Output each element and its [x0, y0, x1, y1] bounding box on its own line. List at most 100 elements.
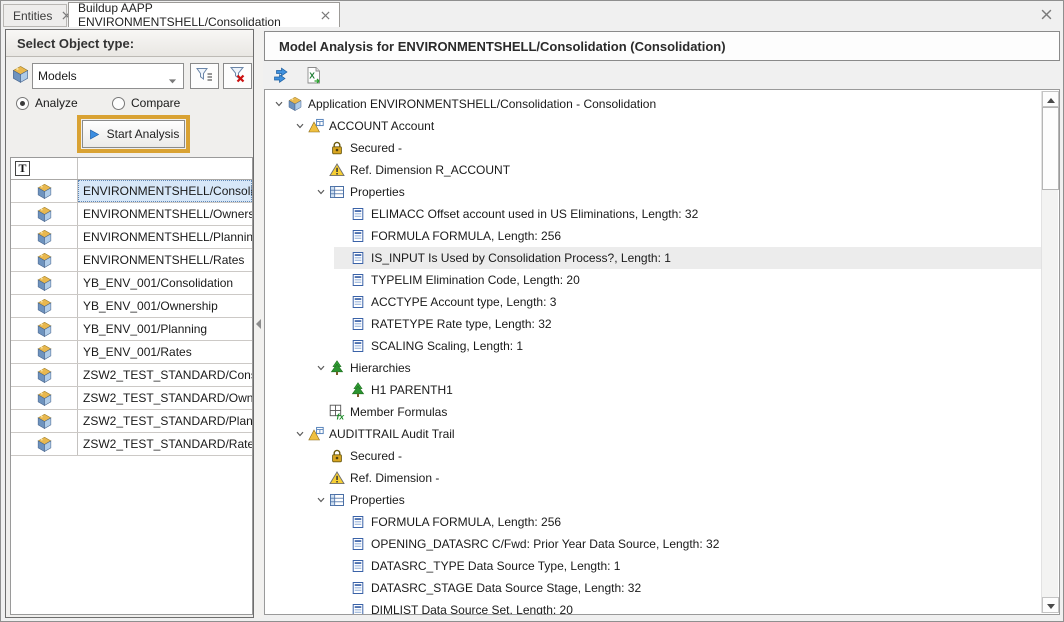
dimension-icon	[308, 118, 324, 134]
tree-node[interactable]: Properties	[265, 181, 1041, 203]
expander-chevron-down-icon[interactable]	[292, 119, 307, 134]
scroll-down-button[interactable]	[1042, 597, 1059, 613]
tree-node[interactable]: DIMLIST Data Source Set, Length: 20	[265, 599, 1041, 615]
tree-node-content: Ref. Dimension R_ACCOUNT	[313, 159, 1041, 181]
tree-node[interactable]: ELIMACC Offset account used in US Elimin…	[265, 203, 1041, 225]
model-row-name-cell[interactable]: ZSW2_TEST_STANDARD/Owners...	[78, 387, 252, 409]
radio-compare-circle[interactable]	[112, 97, 125, 110]
scrollbar-thumb[interactable]	[1042, 107, 1059, 190]
tree-node-label: AUDITTRAIL Audit Trail	[329, 427, 455, 441]
tree-node[interactable]: Secured -	[265, 445, 1041, 467]
expander-chevron-down-icon[interactable]	[313, 361, 328, 376]
panel-splitter[interactable]	[254, 29, 263, 618]
excel-export-icon[interactable]: X	[301, 63, 325, 87]
tree-node[interactable]: FORMULA FORMULA, Length: 256	[265, 225, 1041, 247]
model-row[interactable]: ZSW2_TEST_STANDARD/Consoli...	[11, 364, 252, 387]
model-row-name-cell[interactable]: YB_ENV_001/Planning	[78, 318, 252, 340]
radio-compare[interactable]: Compare	[112, 96, 180, 110]
model-row[interactable]: ZSW2_TEST_STANDARD/Rates	[11, 433, 252, 456]
tree-node[interactable]: TYPELIM Elimination Code, Length: 20	[265, 269, 1041, 291]
close-icon[interactable]	[320, 9, 330, 21]
tree-node-label: SCALING Scaling, Length: 1	[371, 339, 523, 353]
model-row-name-cell[interactable]: YB_ENV_001/Rates	[78, 341, 252, 363]
model-row[interactable]: ZSW2_TEST_STANDARD/Planning	[11, 410, 252, 433]
tree-node[interactable]: SCALING Scaling, Length: 1	[265, 335, 1041, 357]
analysis-toolbar: X	[264, 63, 1060, 88]
model-row-name-cell[interactable]: ZSW2_TEST_STANDARD/Consoli...	[78, 364, 252, 386]
tree-node[interactable]: OPENING_DATASRC C/Fwd: Prior Year Data S…	[265, 533, 1041, 555]
tree-node[interactable]: Hierarchies	[265, 357, 1041, 379]
model-row[interactable]: ZSW2_TEST_STANDARD/Owners...	[11, 387, 252, 410]
tree-node[interactable]: ACCOUNT Account	[265, 115, 1041, 137]
model-row-name-cell[interactable]: YB_ENV_001/Ownership	[78, 295, 252, 317]
model-row-name-cell[interactable]: ENVIRONMENTSHELL/Ownership	[78, 203, 252, 225]
expander-spacer	[334, 339, 349, 354]
model-cube-icon	[36, 206, 53, 223]
tree-node[interactable]: DATASRC_STAGE Data Source Stage, Length:…	[265, 577, 1041, 599]
radio-analyze[interactable]: Analyze	[16, 96, 78, 110]
model-row-name-cell[interactable]: ENVIRONMENTSHELL/Consolidation	[78, 180, 252, 202]
close-icon[interactable]	[1039, 7, 1053, 21]
model-row-icon-cell	[11, 295, 78, 317]
start-analysis-label: Start Analysis	[107, 127, 180, 141]
model-table-header[interactable]: T	[11, 158, 252, 180]
tree-node[interactable]: IS_INPUT Is Used by Consolidation Proces…	[265, 247, 1041, 269]
model-row-name-cell[interactable]: ZSW2_TEST_STANDARD/Rates	[78, 433, 252, 455]
tree-node[interactable]: Secured -	[265, 137, 1041, 159]
expander-chevron-down-icon[interactable]	[313, 493, 328, 508]
model-row[interactable]: YB_ENV_001/Consolidation	[11, 272, 252, 295]
model-row-label: ZSW2_TEST_STANDARD/Rates	[78, 433, 252, 455]
model-row[interactable]: ENVIRONMENTSHELL/Ownership	[11, 203, 252, 226]
tree-node-content: TYPELIM Elimination Code, Length: 20	[334, 269, 1041, 291]
model-row[interactable]: ENVIRONMENTSHELL/Consolidation	[11, 180, 252, 203]
tab-entities-label: Entities	[13, 9, 52, 23]
model-cube-icon	[36, 413, 53, 430]
model-row[interactable]: ENVIRONMENTSHELL/Planning	[11, 226, 252, 249]
scroll-up-button[interactable]	[1042, 91, 1059, 107]
tree-node[interactable]: H1 PARENTH1	[265, 379, 1041, 401]
model-row[interactable]: YB_ENV_001/Ownership	[11, 295, 252, 318]
expander-spacer	[313, 471, 328, 486]
expander-chevron-down-icon[interactable]	[313, 185, 328, 200]
model-row-icon-cell	[11, 433, 78, 455]
tab-entities[interactable]: Entities	[3, 4, 67, 27]
play-icon	[88, 128, 101, 141]
model-row-name-cell[interactable]: ENVIRONMENTSHELL/Rates	[78, 249, 252, 271]
model-cube-icon	[36, 298, 53, 315]
model-row-name-cell[interactable]: ENVIRONMENTSHELL/Planning	[78, 226, 252, 248]
hierarchy-tree-icon	[350, 382, 366, 398]
tree-node[interactable]: ACCTYPE Account type, Length: 3	[265, 291, 1041, 313]
tree-rows: Application ENVIRONMENTSHELL/Consolidati…	[265, 93, 1041, 615]
tree-node-label: Properties	[350, 493, 405, 507]
tree-node[interactable]: fxMember Formulas	[265, 401, 1041, 423]
expander-chevron-down-icon[interactable]	[292, 427, 307, 442]
model-row-name-cell[interactable]: ZSW2_TEST_STANDARD/Planning	[78, 410, 252, 432]
tab-buildup[interactable]: Buildup AAPP ENVIRONMENTSHELL/Consolidat…	[68, 2, 340, 27]
radio-analyze-circle[interactable]	[16, 97, 29, 110]
model-row[interactable]: ENVIRONMENTSHELL/Rates	[11, 249, 252, 272]
tree-node[interactable]: Ref. Dimension -	[265, 467, 1041, 489]
expander-spacer	[334, 251, 349, 266]
model-row[interactable]: YB_ENV_001/Planning	[11, 318, 252, 341]
transfer-arrows-icon[interactable]	[269, 63, 293, 87]
tree-node[interactable]: Application ENVIRONMENTSHELL/Consolidati…	[265, 93, 1041, 115]
model-row[interactable]: YB_ENV_001/Rates	[11, 341, 252, 364]
text-filter-icon[interactable]: T	[15, 161, 30, 176]
tree-node[interactable]: Ref. Dimension R_ACCOUNT	[265, 159, 1041, 181]
tree-node[interactable]: RATETYPE Rate type, Length: 32	[265, 313, 1041, 335]
tree-node[interactable]: FORMULA FORMULA, Length: 256	[265, 511, 1041, 533]
collapse-left-icon[interactable]	[255, 317, 262, 331]
clear-filter-button[interactable]	[223, 63, 252, 89]
model-row-icon-cell	[11, 203, 78, 225]
expander-chevron-down-icon[interactable]	[271, 97, 286, 112]
filter-button[interactable]	[190, 63, 219, 89]
tree-node[interactable]: AUDITTRAIL Audit Trail	[265, 423, 1041, 445]
tree-node[interactable]: DATASRC_TYPE Data Source Type, Length: 1	[265, 555, 1041, 577]
member-formula-icon: fx	[329, 404, 345, 420]
tree-node[interactable]: Properties	[265, 489, 1041, 511]
tree-node-content: ACCTYPE Account type, Length: 3	[334, 291, 1041, 313]
object-type-dropdown[interactable]: Models	[32, 63, 184, 89]
start-analysis-button[interactable]: Start Analysis	[82, 120, 185, 148]
model-row-name-cell[interactable]: YB_ENV_001/Consolidation	[78, 272, 252, 294]
vertical-scrollbar[interactable]	[1041, 91, 1058, 613]
